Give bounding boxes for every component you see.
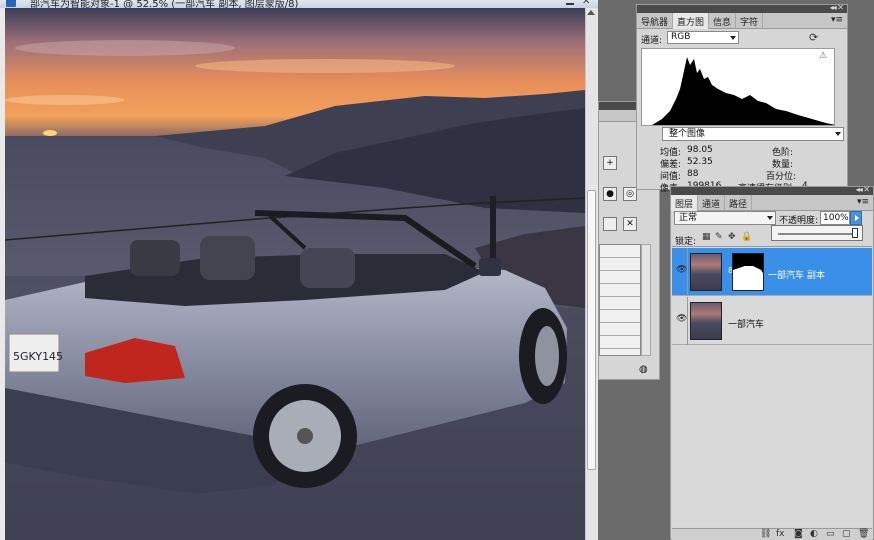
circles-tool-icon[interactable]: ◎ <box>623 187 637 201</box>
layers-footer: ⛓ fx ◙ ◐ ▭ ▢ 🗑 <box>672 528 872 540</box>
adjustment-icon[interactable]: ◐ <box>810 529 818 539</box>
opacity-slider-track[interactable] <box>778 233 856 235</box>
lock-move-icon[interactable]: ✥ <box>728 233 737 242</box>
source-select[interactable]: 整个图像 <box>662 127 844 141</box>
new-layer-icon[interactable]: ▢ <box>842 529 851 539</box>
add-tool-icon[interactable]: + <box>603 156 617 170</box>
warning-icon: ⚠ <box>819 51 828 61</box>
footer-icon[interactable]: ◍ <box>639 364 648 375</box>
stat-mean-value: 98.05 <box>687 145 713 155</box>
add-mask-icon[interactable]: ◙ <box>794 529 803 539</box>
stat-median-value: 88 <box>687 169 699 179</box>
tab-paths[interactable]: 路径 <box>725 195 753 211</box>
eye-icon[interactable]: 👁 <box>676 266 687 275</box>
histogram-graph <box>641 48 835 126</box>
tab-channels[interactable]: 通道 <box>698 195 726 211</box>
channel-label: 通道: <box>641 36 663 46</box>
layer-name: 一部汽车 副本 <box>768 271 825 281</box>
sun <box>43 130 57 136</box>
scroll-thumb[interactable] <box>587 190 596 470</box>
black-swatch-icon[interactable] <box>603 217 617 231</box>
chevron-down-icon[interactable] <box>835 132 841 136</box>
tab-histogram[interactable]: 直方图 <box>673 13 710 29</box>
group-icon[interactable]: ▭ <box>826 529 835 539</box>
image-canvas[interactable]: 5GKY145 <box>5 8 585 540</box>
tab-navigator[interactable]: 导航器 <box>637 13 674 29</box>
shape-tool-icon[interactable]: ● <box>603 187 617 201</box>
collapse-icon[interactable]: ◂◂ ✕ <box>856 185 870 194</box>
lock-icon[interactable]: 🔒 <box>741 233 752 242</box>
layer-thumbnail[interactable] <box>690 253 722 291</box>
layer-mask-thumbnail[interactable] <box>732 253 764 291</box>
layer-thumbnail[interactable] <box>690 302 722 340</box>
cross-tool-icon[interactable]: ✕ <box>623 217 637 231</box>
layer-name: 一部汽车 <box>728 320 765 330</box>
channel-select[interactable]: RGB <box>667 31 739 44</box>
minimize-icon[interactable] <box>566 0 574 5</box>
tab-info[interactable]: 信息 <box>709 13 737 29</box>
styles-scrollbar[interactable] <box>641 244 651 356</box>
stat-deviation-value: 52.35 <box>687 157 713 167</box>
scroll-up-icon[interactable] <box>587 10 595 15</box>
fx-icon[interactable]: fx <box>776 529 785 539</box>
chevron-down-icon[interactable] <box>767 216 773 220</box>
close-icon[interactable]: ✕ <box>582 0 590 7</box>
link-layers-icon[interactable]: ⛓ <box>760 529 771 539</box>
document-title: 部汽车为智能对象-1 @ 52.5% (一部汽车 副本, 图层蒙版/8) <box>30 0 299 8</box>
tab-layers[interactable]: 图层 <box>671 195 699 211</box>
trash-icon[interactable]: 🗑 <box>858 529 869 539</box>
layers-tabbar: 图层 通道 路径 ▾≡ <box>671 195 873 211</box>
chevron-down-icon[interactable] <box>730 36 736 40</box>
histogram-tabbar: 导航器 直方图 信息 字符 ▾≡ <box>637 13 847 29</box>
opacity-input[interactable]: 100% <box>820 211 850 225</box>
histogram-shape <box>652 57 834 125</box>
eye-icon[interactable]: 👁 <box>676 315 687 324</box>
visibility-cell[interactable]: 👁 <box>672 297 688 345</box>
panel-topbar[interactable]: ◂◂ ✕ <box>637 3 847 13</box>
document-titlebar[interactable]: 部汽车为智能对象-1 @ 52.5% (一部汽车 副本, 图层蒙版/8) ✕ <box>0 0 598 8</box>
panel-menu-icon[interactable]: ▾≡ <box>857 197 869 207</box>
refresh-icon[interactable]: ⟳ <box>809 31 818 44</box>
panel-topbar[interactable]: ◂◂ ✕ <box>671 185 873 195</box>
canvas-illustration: 5GKY145 <box>5 8 585 540</box>
styles-list[interactable] <box>599 244 641 356</box>
panel-menu-icon[interactable]: ▾≡ <box>831 15 843 25</box>
lock-transparent-icon[interactable]: ▦ <box>702 233 711 242</box>
layer-row-copy[interactable]: 👁 8 一部汽车 副本 <box>672 248 872 296</box>
ps-icon <box>6 0 16 7</box>
collapse-icon[interactable]: ◂◂ ✕ <box>830 3 844 12</box>
visibility-cell[interactable]: 👁 <box>672 248 688 296</box>
lock-brush-icon[interactable]: ✎ <box>715 233 724 242</box>
blend-mode-select[interactable]: 正常 <box>674 211 776 225</box>
license-plate-text: 5GKY145 <box>13 350 63 363</box>
layer-row-original[interactable]: 👁 一部汽车 <box>672 297 872 345</box>
opacity-slider-knob[interactable] <box>852 228 858 238</box>
tab-character[interactable]: 字符 <box>736 13 764 29</box>
opacity-slider-button[interactable] <box>850 211 862 225</box>
